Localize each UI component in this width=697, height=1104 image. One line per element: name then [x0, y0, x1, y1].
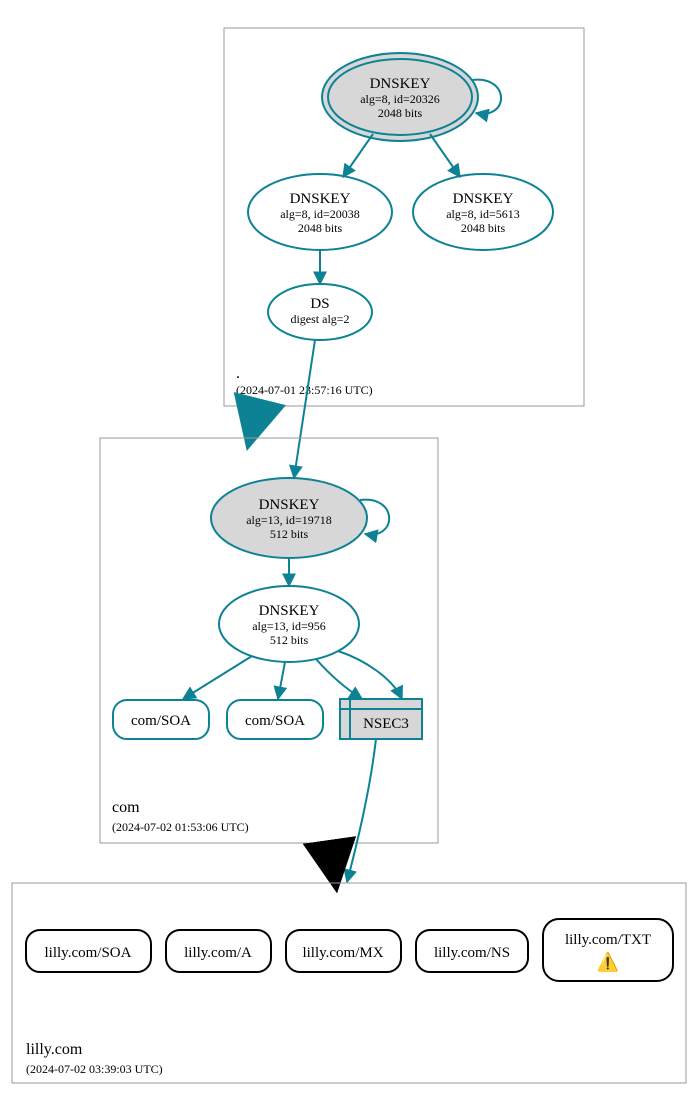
lilly-a-node: lilly.com/A — [166, 930, 271, 972]
root-ksk-line2: alg=8, id=20326 — [360, 92, 440, 106]
com-zsk-line3: 512 bits — [270, 633, 309, 647]
root-zsk1-line2: alg=8, id=20038 — [280, 207, 360, 221]
com-soa2-node: com/SOA — [227, 700, 323, 739]
root-zsk1-line3: 2048 bits — [298, 221, 343, 235]
root-zsk1-node: DNSKEY alg=8, id=20038 2048 bits — [248, 174, 392, 250]
edge-rootksk-zsk2 — [430, 134, 460, 177]
com-ksk-line2: alg=13, id=19718 — [246, 513, 332, 527]
lilly-mx-node: lilly.com/MX — [286, 930, 401, 972]
zone-com-timestamp: (2024-07-02 01:53:06 UTC) — [112, 820, 249, 834]
lilly-ns-node: lilly.com/NS — [416, 930, 528, 972]
com-ksk-title: DNSKEY — [259, 497, 320, 513]
root-zsk2-node: DNSKEY alg=8, id=5613 2048 bits — [413, 174, 553, 250]
lilly-mx-label: lilly.com/MX — [302, 945, 383, 961]
edge-comzsk-nsec3-b — [338, 651, 402, 699]
edge-rootksk-zsk1 — [343, 134, 373, 177]
zone-root-label: . — [236, 365, 240, 382]
com-soa1-label: com/SOA — [131, 713, 191, 729]
root-ds-line2: digest alg=2 — [290, 312, 349, 326]
root-ds-node: DS digest alg=2 — [268, 284, 372, 340]
edge-comzsk-soa2 — [278, 662, 285, 699]
lilly-ns-label: lilly.com/NS — [434, 945, 510, 961]
com-zsk-line2: alg=13, id=956 — [252, 619, 326, 633]
lilly-soa-label: lilly.com/SOA — [45, 945, 132, 961]
root-ksk-node: DNSKEY alg=8, id=20326 2048 bits — [322, 53, 478, 141]
lilly-a-label: lilly.com/A — [184, 945, 252, 961]
lilly-txt-node: lilly.com/TXT ⚠️ — [543, 919, 673, 981]
com-ksk-line3: 512 bits — [270, 527, 309, 541]
edge-nsec3-lilly — [347, 739, 376, 882]
zone-root-timestamp: (2024-07-01 23:57:16 UTC) — [236, 383, 373, 397]
lilly-soa-node: lilly.com/SOA — [26, 930, 151, 972]
edge-ds-comksk — [294, 340, 315, 478]
root-zsk2-line2: alg=8, id=5613 — [446, 207, 520, 221]
root-zsk2-title: DNSKEY — [453, 191, 514, 207]
root-ksk-title: DNSKEY — [370, 76, 431, 92]
root-ksk-line3: 2048 bits — [378, 106, 423, 120]
zone-com-label: com — [112, 799, 140, 816]
zone-lilly-box — [12, 883, 686, 1083]
com-nsec3-node: NSEC3 — [340, 699, 422, 739]
com-soa1-node: com/SOA — [113, 700, 209, 739]
com-nsec3-label: NSEC3 — [363, 716, 409, 732]
com-soa2-label: com/SOA — [245, 713, 305, 729]
root-ds-title: DS — [310, 296, 329, 312]
root-zsk1-title: DNSKEY — [290, 191, 351, 207]
edge-comzsk-nsec3-a — [316, 659, 362, 699]
com-zsk-node: DNSKEY alg=13, id=956 512 bits — [219, 586, 359, 662]
com-ksk-node: DNSKEY alg=13, id=19718 512 bits — [211, 478, 367, 558]
edge-root-to-com-delegation — [252, 406, 258, 430]
zone-lilly-label: lilly.com — [26, 1041, 83, 1058]
warning-icon: ⚠️ — [597, 951, 619, 972]
edge-com-to-lilly-delegation — [330, 844, 334, 872]
lilly-txt-label: lilly.com/TXT — [565, 932, 651, 948]
root-zsk2-line3: 2048 bits — [461, 221, 506, 235]
com-zsk-title: DNSKEY — [259, 603, 320, 619]
zone-lilly-timestamp: (2024-07-02 03:39:03 UTC) — [26, 1062, 163, 1076]
edge-comzsk-soa1 — [183, 656, 252, 699]
